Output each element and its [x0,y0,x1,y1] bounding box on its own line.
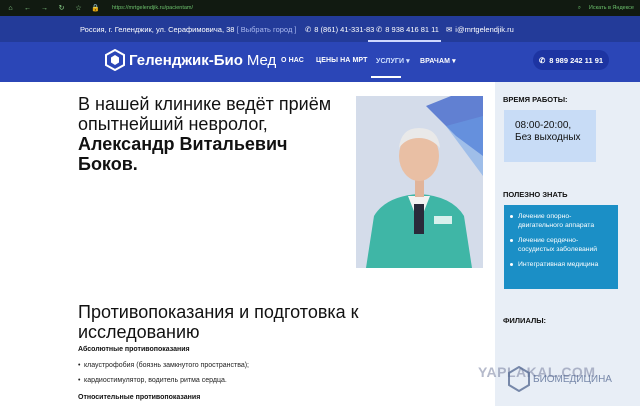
absolute-contraindications-title: Абсолютные противопоказания [78,346,190,353]
phone-icon: ✆ [376,25,383,34]
working-hours-box: 08:00-20:00, Без выходных [504,110,596,162]
watermark-logo: БИОМЕДИЦИНА [508,366,612,392]
phone-link-2[interactable]: ✆ 8 938 416 81 11 [376,25,439,34]
list-item: клаустрофобия (боязнь замкнутого простра… [78,362,249,369]
nav-item-prices[interactable]: Цены на МРТ [316,57,367,64]
headline-line-2: опытнейший невролог, [78,114,268,134]
nav-item-services[interactable]: Услуги ▾ [376,57,410,65]
address-bar[interactable]: https://mrtgelendjik.ru/pacientam/ [112,5,193,11]
list-item: кардиостимулятор, водитель ритма сердца. [78,377,227,384]
phone-1-text: 8 (861) 41-331-83 [314,25,375,34]
useful-link[interactable]: Лечение сердечно-сосудистых заболеваний [510,236,612,254]
useful-link[interactable]: Лечение опорно-двигательного аппарата [510,212,612,230]
nav-item-doctors[interactable]: Врачам ▾ [420,57,456,65]
back-arrow-icon[interactable]: ← [23,4,32,13]
doctor-name: Александр Витальевич Боков. [78,134,288,174]
contraindications-heading: Противопоказания и подготовка к исследов… [78,302,359,342]
logo-text-accent: Мед [246,51,277,69]
relative-contraindications-title: Относительные противопоказания [78,394,201,401]
doctor-headline: В нашей клинике ведёт приём опытнейший н… [78,94,348,174]
nav-doctors-label: Врачам [420,58,451,65]
useful-links-box: Лечение опорно-двигательного аппарата Ле… [504,205,618,289]
active-nav-indicator [371,76,401,78]
hours-line-1: 08:00-20:00, [515,120,572,131]
call-button[interactable]: ✆ 8 989 242 11 91 [533,50,609,70]
hexagon-watermark-icon [508,366,530,392]
phone-icon: ✆ [305,25,312,34]
watermark-logo-text: БИОМЕДИЦИНА [533,373,612,385]
home-icon[interactable]: ⌂ [6,4,15,13]
search-icon[interactable]: ⌕ [578,5,581,12]
call-button-label: 8 989 242 11 91 [549,55,604,65]
email-link[interactable]: ✉ i@mrtgelendjik.ru [446,25,514,34]
contact-bar: Россия, г. Геленджик, ул. Серафимовича, … [0,16,640,42]
phone-2-text: 8 938 416 81 11 [385,25,439,34]
headline-line-1: В нашей клинике ведёт приём [78,94,332,114]
chevron-down-icon: ▾ [452,58,456,65]
site-logo[interactable]: Геленджик-Био Мед [105,49,276,71]
useful-title: ПОЛЕЗНО ЗНАТЬ [503,190,568,199]
mail-icon: ✉ [446,25,453,34]
useful-link[interactable]: Интегративная медицина [510,260,612,269]
nav-item-about[interactable]: О нас [281,57,304,64]
doctor-portrait-image [356,96,483,268]
chevron-down-icon: ▾ [406,58,410,65]
city-select-link[interactable]: [ Выбрать город ] [237,25,297,34]
hours-line-2: Без выходных [515,132,581,143]
logo-text: Геленджик-Био [129,51,243,69]
phone-icon: ✆ [538,55,546,65]
nav-services-label: Услуги [376,58,405,65]
forward-arrow-icon[interactable]: → [40,4,49,13]
hexagon-logo-icon [105,49,125,71]
browser-search-label[interactable]: Искать в Яндексе [589,5,634,11]
reload-icon[interactable]: ↻ [57,4,66,13]
lock-icon: 🔒 [91,5,100,12]
working-hours-title: ВРЕМЯ РАБОТЫ: [503,95,568,104]
branches-title: ФИЛИАЛЫ: [503,316,547,325]
doctor-photo [356,96,483,268]
browser-toolbar: ⌂ ← → ↻ ☆ 🔒 https://mrtgelendjik.ru/paci… [0,0,640,16]
address-text: Россия, г. Геленджик, ул. Серафимовича, … [80,25,235,34]
email-text: i@mrtgelendjik.ru [455,25,514,34]
address-line: Россия, г. Геленджик, ул. Серафимовича, … [80,25,297,34]
bookmark-icon[interactable]: ☆ [74,4,83,13]
phone-link-1[interactable]: ✆ 8 (861) 41-331-83 [305,25,374,34]
main-nav: Геленджик-Био Мед О нас Цены на МРТ Услуг… [0,42,640,82]
